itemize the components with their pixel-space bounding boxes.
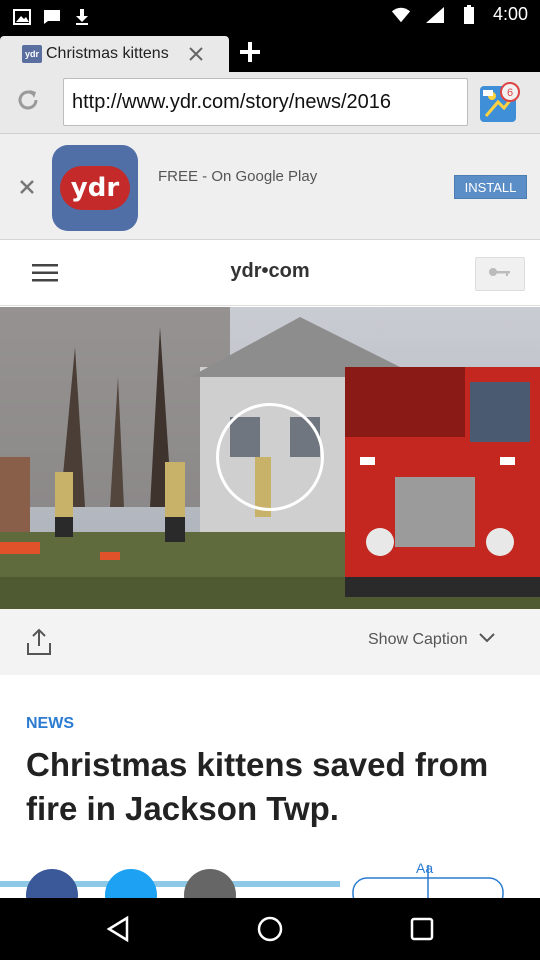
close-tab-icon[interactable] <box>186 44 206 64</box>
message-icon <box>42 7 62 27</box>
clock: 4:00 <box>492 4 528 24</box>
play-video-icon[interactable] <box>216 403 324 511</box>
battery-icon <box>459 4 479 25</box>
address-bar: http://www.ydr.com/story/news/2016 6 <box>0 72 540 134</box>
url-input[interactable]: http://www.ydr.com/story/news/2016 <box>63 78 468 126</box>
ad-badge-count: 6 <box>507 87 513 99</box>
install-button[interactable]: INSTALL <box>454 175 527 199</box>
banner-text: FREE - On Google Play <box>158 168 318 185</box>
browser-tab[interactable]: ydr Christmas kittens <box>0 36 229 72</box>
site-logo[interactable]: ydr•com <box>0 260 540 283</box>
caption-bar: Show Caption <box>0 609 540 675</box>
twitter-icon[interactable] <box>105 869 157 898</box>
show-caption-label: Show Caption <box>368 631 468 648</box>
key-icon <box>488 265 512 283</box>
show-caption-button[interactable]: Show Caption <box>368 631 496 649</box>
back-icon[interactable] <box>103 914 133 944</box>
email-icon[interactable] <box>184 869 236 898</box>
status-bar: 4:00 <box>0 0 540 32</box>
article-headline: Christmas kittens saved from fire in Jac… <box>26 746 489 827</box>
recent-apps-icon[interactable] <box>407 914 437 944</box>
facebook-icon[interactable] <box>26 869 78 898</box>
ydr-app-logo: ydr <box>52 145 138 231</box>
reload-icon[interactable] <box>14 86 42 114</box>
section-label[interactable]: NEWS <box>26 715 74 733</box>
share-row <box>0 865 540 898</box>
new-tab-icon[interactable] <box>238 40 262 64</box>
article: NEWS Christmas kittens saved from fire i… <box>0 675 540 898</box>
navigation-bar <box>0 898 540 960</box>
site-header: ydr•com <box>0 240 540 306</box>
hero-video[interactable] <box>0 307 540 609</box>
signal-icon <box>425 5 445 25</box>
share-icon[interactable] <box>24 627 54 657</box>
image-icon <box>12 7 32 27</box>
chevron-down-icon <box>478 631 496 649</box>
tab-title: Christmas kittens <box>46 45 169 62</box>
wifi-icon <box>391 5 411 25</box>
download-icon <box>72 7 92 27</box>
login-button[interactable] <box>475 257 525 291</box>
tab-favicon: ydr <box>22 45 42 63</box>
close-banner-icon[interactable] <box>18 178 36 196</box>
tab-strip: ydr Christmas kittens <box>0 32 540 72</box>
home-icon[interactable] <box>255 914 285 944</box>
screen: 4:00 ydr Christmas kittens http://www.yd… <box>0 0 540 960</box>
ad-badge-icon[interactable]: 6 <box>478 80 522 124</box>
app-install-banner: ydr FREE - On Google Play INSTALL <box>0 134 540 240</box>
